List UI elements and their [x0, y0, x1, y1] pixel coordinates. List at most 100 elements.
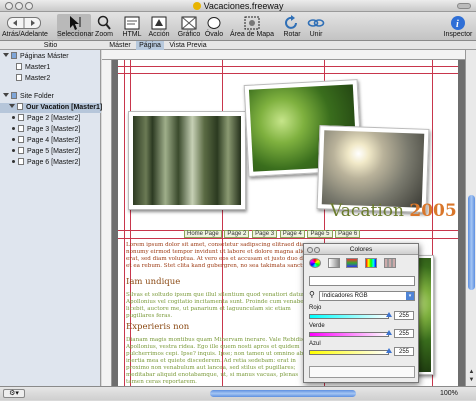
- crayons-icon[interactable]: [383, 258, 396, 268]
- heading-iam-undique[interactable]: Iam undique: [126, 277, 180, 287]
- page-icon: [17, 103, 23, 110]
- favorite-swatches[interactable]: [309, 366, 415, 378]
- palettes-icon[interactable]: [346, 258, 359, 268]
- back-forward-icon: [2, 14, 46, 31]
- vertical-scroll-thumb[interactable]: [468, 195, 475, 290]
- close-panel-button[interactable]: [307, 247, 313, 253]
- oval-icon: [202, 14, 226, 31]
- sidebar-item-page-2[interactable]: Page 2 [Master2]: [12, 114, 80, 124]
- updown-arrows-icon: ▾: [406, 292, 414, 300]
- sidebar-item-page-5[interactable]: Page 5 [Master2]: [12, 147, 80, 157]
- guide-line[interactable]: [118, 73, 458, 74]
- map-area-tool-button[interactable]: Área de Mapa: [230, 14, 274, 39]
- rotate-icon: [280, 14, 304, 31]
- disclosure-triangle-icon[interactable]: [9, 104, 15, 108]
- page-icon: [18, 125, 24, 132]
- rotate-tool-button[interactable]: Rotar: [280, 14, 304, 39]
- zoom-tool-button[interactable]: Zoom: [92, 14, 116, 39]
- magnifier-icon[interactable]: ⚲: [309, 290, 315, 299]
- paragraph-2[interactable]: Dianam magis montibus quam Minervam iner…: [126, 337, 316, 386]
- link-tool-button[interactable]: Unir: [305, 14, 327, 39]
- sidebar-item-page-3[interactable]: Page 3 [Master2]: [12, 125, 80, 135]
- tab-vista-previa[interactable]: Vista Previa: [167, 41, 209, 50]
- spectrum-icon[interactable]: [365, 258, 378, 268]
- scroll-up-arrow[interactable]: ▲: [467, 368, 476, 376]
- oval-tool-button[interactable]: Óvalo: [202, 14, 226, 39]
- map-area-tool-label: Área de Mapa: [230, 31, 274, 38]
- zoom-level[interactable]: 100%: [440, 387, 458, 401]
- red-label: Rojo: [309, 305, 322, 311]
- current-color-swatch[interactable]: [309, 276, 415, 286]
- blue-slider-knob[interactable]: [386, 348, 392, 353]
- page-icon: [18, 158, 24, 165]
- nav-page-6[interactable]: Page 6: [335, 230, 361, 238]
- sidebar-item-master2[interactable]: Master2: [16, 74, 50, 84]
- guide-line[interactable]: [124, 60, 125, 386]
- graphic-tool-label: Gráfico: [177, 31, 201, 38]
- disclosure-triangle-icon[interactable]: [3, 93, 9, 97]
- bullet-icon: [12, 127, 15, 130]
- sliders-icon[interactable]: [327, 258, 340, 268]
- svg-text:i: i: [456, 19, 459, 30]
- html-tool-button[interactable]: HTML: [120, 14, 144, 39]
- oval-tool-label: Óvalo: [204, 31, 224, 38]
- map-area-icon: [230, 14, 274, 31]
- site-folder-section[interactable]: Site Folder: [3, 92, 54, 102]
- tab-master[interactable]: Máster: [106, 41, 134, 50]
- link-tool-label: Unir: [309, 31, 323, 38]
- nav-page-3[interactable]: Page 3: [252, 230, 278, 238]
- tab-bar: Sitio Máster Página Vista Previa: [0, 41, 476, 50]
- paragraph-1[interactable]: Silvas et soltudo ipsum que illul silent…: [126, 292, 316, 320]
- sidebar-item-page-6[interactable]: Page 6 [Master2]: [12, 158, 80, 168]
- bullet-icon: [12, 138, 15, 141]
- forest-photo[interactable]: [128, 111, 246, 210]
- select-tool-button[interactable]: Seleccionar: [57, 14, 94, 39]
- action-icon: [146, 14, 172, 31]
- horizontal-scroll-thumb[interactable]: [210, 390, 356, 397]
- gear-icon[interactable]: ⚙▾: [3, 389, 25, 398]
- heading-experieris-non[interactable]: Experieris non: [126, 322, 189, 332]
- nav-home-page[interactable]: Home Page: [184, 230, 222, 238]
- green-value-field[interactable]: 255: [394, 329, 414, 338]
- tab-sitio[interactable]: Sitio: [0, 41, 101, 50]
- sidebar-item-page-4[interactable]: Page 4 [Master2]: [12, 136, 80, 146]
- minimize-panel-button[interactable]: [314, 247, 320, 253]
- colors-panel[interactable]: Colores ⚲ Indicadores RGB ▾ Rojo 255 Verd…: [303, 243, 419, 383]
- scroll-down-arrow[interactable]: ▼: [467, 376, 476, 384]
- red-value-field[interactable]: 255: [394, 311, 414, 320]
- magnifier-icon: [92, 14, 116, 31]
- sidebar-item-our-vacation[interactable]: Our Vacation [Master1]: [0, 103, 102, 113]
- intro-text[interactable]: Lorem ipsum dolor sit amet, consetetur s…: [126, 242, 326, 270]
- vacation-title[interactable]: Vacation 2005: [330, 201, 457, 221]
- red-slider[interactable]: [309, 312, 392, 319]
- nav-page-2[interactable]: Page 2: [224, 230, 250, 238]
- vertical-scrollbar[interactable]: ▲ ▼: [465, 50, 476, 386]
- status-bar: ⚙▾ 100%: [0, 386, 476, 400]
- graphic-tool-button[interactable]: Gráfico: [176, 14, 202, 39]
- bullet-icon: [12, 160, 15, 163]
- action-tool-button[interactable]: Acción: [146, 14, 172, 39]
- toolbar-toggle-button[interactable]: [457, 3, 471, 9]
- tab-pagina[interactable]: Página: [136, 41, 164, 50]
- page-icon: [18, 136, 24, 143]
- blue-value-field[interactable]: 255: [394, 347, 414, 356]
- back-forward-label: Atrás/Adelante: [2, 31, 48, 38]
- green-slider-knob[interactable]: [386, 330, 392, 335]
- guide-line[interactable]: [118, 66, 458, 67]
- color-wheel-icon[interactable]: [309, 258, 321, 268]
- blue-slider[interactable]: [309, 348, 392, 355]
- window-title-text: Vacaciones.freeway: [203, 1, 284, 11]
- sidebar-item-master1[interactable]: Master1: [16, 63, 50, 73]
- guide-line[interactable]: [118, 238, 458, 239]
- nav-page-5[interactable]: Page 5: [307, 230, 333, 238]
- colors-panel-titlebar[interactable]: Colores: [304, 244, 418, 255]
- red-slider-knob[interactable]: [386, 312, 392, 317]
- green-slider[interactable]: [309, 330, 392, 337]
- sunset-photo[interactable]: [316, 125, 430, 213]
- nav-page-4[interactable]: Page 4: [279, 230, 305, 238]
- master-pages-section[interactable]: Páginas Máster: [3, 52, 69, 62]
- slider-mode-select[interactable]: Indicadores RGB ▾: [319, 291, 415, 301]
- inspector-button[interactable]: i Inspector: [442, 14, 474, 39]
- back-forward-button[interactable]: Atrás/Adelante: [2, 14, 48, 39]
- disclosure-triangle-icon[interactable]: [3, 53, 9, 57]
